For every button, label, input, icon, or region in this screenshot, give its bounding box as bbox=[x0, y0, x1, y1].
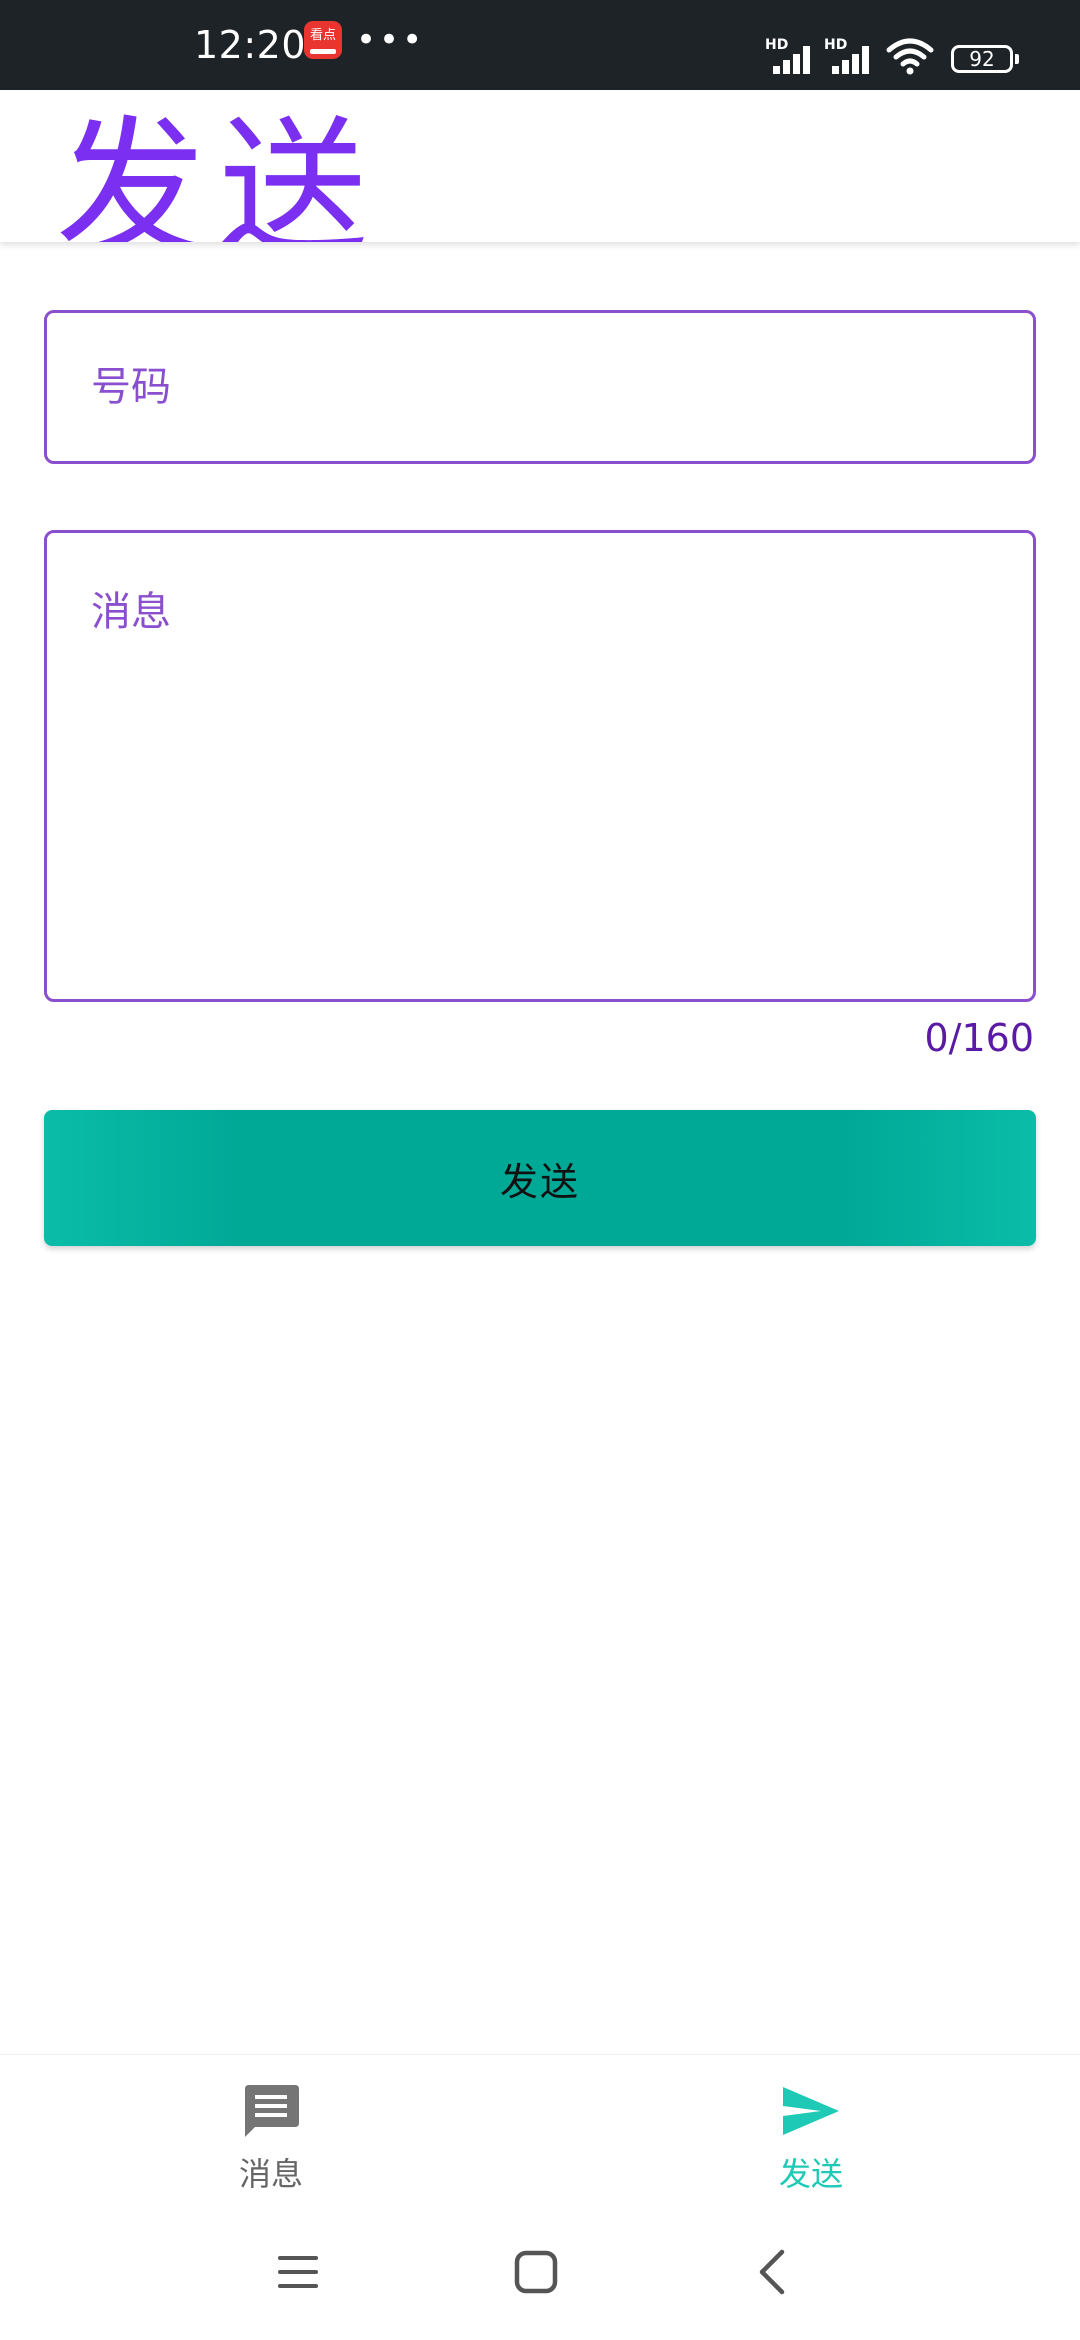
bottom-navigation: 消息 发送 bbox=[0, 2054, 1080, 2205]
nav-label-send: 发送 bbox=[778, 2155, 843, 2193]
battery-level: 92 bbox=[969, 47, 995, 71]
nav-item-send[interactable]: 发送 bbox=[721, 2083, 901, 2193]
character-counter: 0/160 bbox=[924, 1016, 1034, 1060]
signal-hd-label-2: HD bbox=[824, 37, 848, 53]
status-time: 12:20 bbox=[194, 23, 307, 67]
phone-number-input[interactable] bbox=[47, 313, 1033, 461]
signal-hd-label: HD bbox=[765, 37, 789, 53]
message-icon bbox=[245, 2085, 299, 2137]
phone-number-field[interactable] bbox=[44, 310, 1036, 464]
battery-icon: 92 bbox=[951, 45, 1019, 73]
send-button[interactable]: 发送 bbox=[44, 1110, 1036, 1246]
nav-label-messages: 消息 bbox=[238, 2155, 303, 2193]
app-header: 发送 bbox=[0, 90, 1080, 242]
status-bar: 12:20 看点 ••• HD HD 92 bbox=[0, 0, 1080, 90]
more-notifications-icon: ••• bbox=[356, 20, 426, 60]
back-icon[interactable] bbox=[748, 2246, 800, 2298]
wifi-icon bbox=[886, 38, 934, 75]
app-notification-icon: 看点 bbox=[304, 21, 342, 59]
nav-item-messages[interactable]: 消息 bbox=[181, 2083, 361, 2193]
system-navigation-bar bbox=[0, 2204, 1080, 2340]
send-icon bbox=[783, 2087, 839, 2135]
message-field[interactable] bbox=[44, 530, 1036, 1002]
message-input[interactable] bbox=[47, 533, 1033, 999]
page-title: 发送 bbox=[56, 103, 381, 242]
cellular-signal-icon: HD bbox=[765, 38, 815, 74]
cellular-signal-icon-2: HD bbox=[824, 38, 874, 74]
home-icon[interactable] bbox=[510, 2246, 562, 2298]
menu-icon[interactable] bbox=[272, 2246, 324, 2298]
